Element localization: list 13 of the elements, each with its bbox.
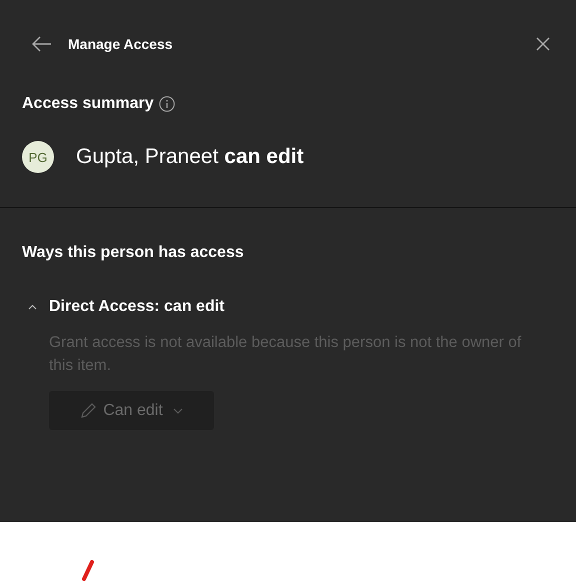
avatar: PG (22, 141, 54, 173)
group-title: Direct Access: can edit (49, 298, 224, 316)
caret-icon (172, 408, 183, 414)
pencil-icon (80, 402, 98, 419)
info-icon[interactable] (158, 96, 175, 112)
back-button[interactable] (32, 36, 52, 52)
person-access: Gupta, Praneet can edit (76, 145, 304, 169)
section-heading: Ways this person has access (22, 244, 244, 262)
close-button[interactable] (536, 37, 550, 51)
caret-icon (28, 304, 37, 310)
section-heading: Access summary (22, 95, 154, 113)
panel-title: Manage Access (68, 36, 174, 52)
pen-stroke (81, 560, 95, 582)
